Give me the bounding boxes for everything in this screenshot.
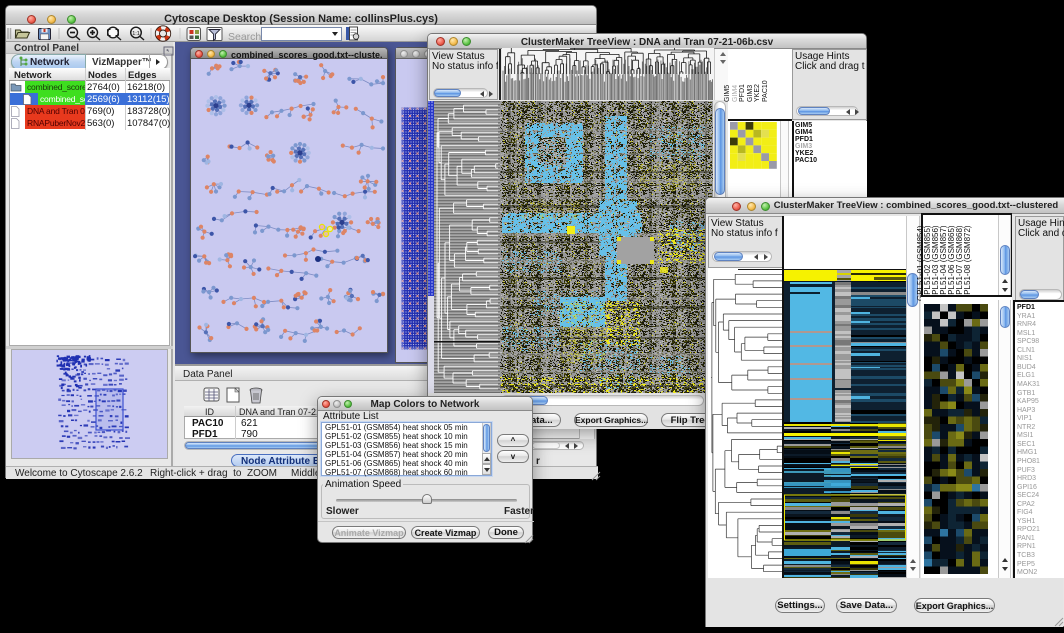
svg-text:1:1: 1:1 — [132, 31, 140, 37]
